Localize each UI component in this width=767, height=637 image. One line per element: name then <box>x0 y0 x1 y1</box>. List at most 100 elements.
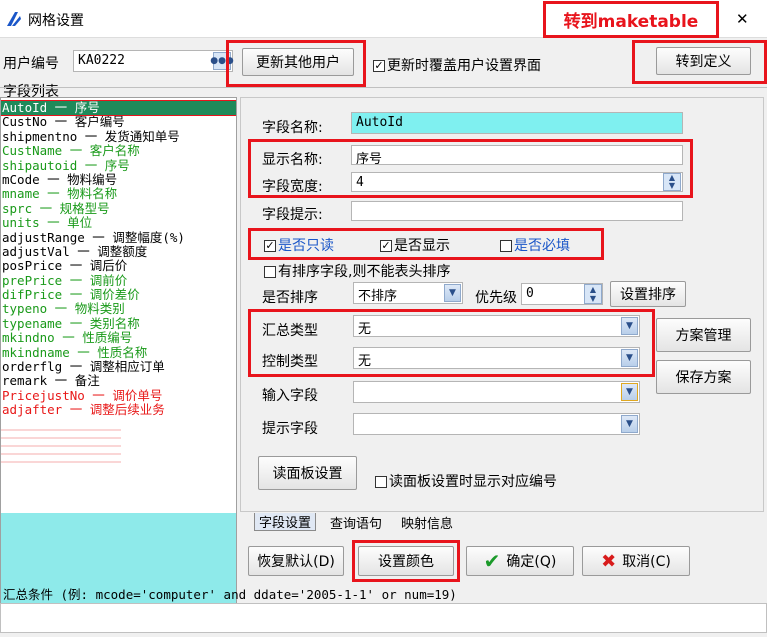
annotation-text: 转到maketable <box>563 12 699 32</box>
user-value: KA0222 <box>78 53 125 68</box>
checkmark-icon: ✔ <box>483 549 501 573</box>
field-list-item[interactable]: typeno 一 物料类别 <box>1 302 236 317</box>
field-list-item[interactable]: units 一 单位 <box>1 215 236 230</box>
update-other-users-button[interactable]: 更新其他用户 <box>242 48 354 76</box>
chevron-down-icon: ▼ <box>444 284 461 302</box>
field-list-item[interactable]: AutoId 一 序号 <box>1 99 236 117</box>
field-list-item[interactable]: remark 一 备注 <box>1 374 236 389</box>
field-name-value: AutoId <box>356 115 403 130</box>
sort-label: 是否排序 <box>262 290 318 306</box>
check-icon: ✓ <box>380 239 392 252</box>
control-type-label: 控制类型 <box>262 354 318 370</box>
show-checkbox[interactable]: ✓ 是否显示 <box>380 235 450 255</box>
field-list-item[interactable]: difPrice 一 调价差价 <box>1 287 236 302</box>
chevron-down-icon: ▼ <box>621 415 638 433</box>
input-field-select[interactable]: ▼ <box>353 381 640 403</box>
field-list-item[interactable]: posPrice 一 调后价 <box>1 258 236 273</box>
show-label: 是否显示 <box>394 238 450 254</box>
field-list-divider <box>0 87 767 88</box>
checkbox-empty-icon <box>264 266 276 278</box>
overwrite-label: 更新时覆盖用户设置界面 <box>387 58 541 74</box>
tab-mapping-info[interactable]: 映射信息 <box>397 513 457 532</box>
set-color-button[interactable]: 设置颜色 <box>358 546 454 576</box>
field-list-item[interactable]: adjafter 一 调整后续业务 <box>1 402 236 417</box>
field-list[interactable]: AutoId 一 序号 CustNo 一 客户编号 shipmentno 一 发货通… <box>0 97 237 607</box>
overwrite-checkbox[interactable]: ✓ 更新时覆盖用户设置界面 <box>373 55 541 75</box>
readonly-label: 是否只读 <box>278 238 334 254</box>
field-name-label: 字段名称: <box>262 120 323 136</box>
summary-condition-label: 汇总条件 (例: mcode='computer' and ddate='200… <box>3 587 457 602</box>
summary-condition-input[interactable] <box>0 603 767 633</box>
display-name-value: 序号 <box>356 152 383 165</box>
width-value: 4 <box>356 175 364 190</box>
required-checkbox[interactable]: 是否必填 <box>500 235 570 255</box>
checkbox-empty-icon <box>500 240 512 252</box>
sort-field-note: 有排序字段,则不能表头排序 <box>278 264 451 280</box>
read-panel-checkbox[interactable]: 读面板设置时显示对应编号 <box>375 471 557 491</box>
tab-query-statement[interactable]: 查询语句 <box>326 513 386 532</box>
cancel-label: 取消(C) <box>622 554 671 570</box>
ok-label: 确定(Q) <box>506 554 557 570</box>
scheme-manage-button[interactable]: 方案管理 <box>656 318 751 352</box>
width-spinner[interactable]: ▲ ▼ <box>663 173 681 191</box>
check-icon: ✓ <box>373 59 385 72</box>
user-lookup-button[interactable]: ●●● <box>210 52 234 70</box>
check-icon: ✓ <box>264 239 276 252</box>
input-field-label: 输入字段 <box>262 388 318 404</box>
field-list-item[interactable]: shipautoid 一 序号 <box>1 158 236 173</box>
summary-type-label: 汇总类型 <box>262 323 318 339</box>
sort-value: 不排序 <box>358 289 398 304</box>
close-icon[interactable]: ✕ <box>736 10 749 28</box>
field-list-item[interactable]: mCode 一 物料编号 <box>1 172 236 187</box>
goto-define-button[interactable]: 转到定义 <box>656 47 751 75</box>
field-list-item[interactable]: mname 一 物料名称 <box>1 186 236 201</box>
field-list-item[interactable]: CustNo 一 客户编号 <box>1 114 236 129</box>
chevron-down-icon: ▼ <box>621 349 638 367</box>
field-list-item[interactable]: mkindno 一 性质编号 <box>1 330 236 345</box>
sort-field-checkbox[interactable]: 有排序字段,则不能表头排序 <box>264 261 450 281</box>
user-input[interactable]: KA0222 <box>73 50 233 72</box>
display-name-label: 显示名称: <box>262 152 323 168</box>
read-panel-checkbox-label: 读面板设置时显示对应编号 <box>389 474 557 490</box>
required-label: 是否必填 <box>514 238 570 254</box>
display-name-input[interactable]: 序号 <box>351 145 683 165</box>
field-list-item[interactable]: PricejustNo 一 调价单号 <box>1 388 236 403</box>
field-name-input[interactable]: AutoId <box>351 112 683 134</box>
save-scheme-button[interactable]: 保存方案 <box>656 360 751 394</box>
control-type-select[interactable]: 无 ▼ <box>353 347 640 369</box>
priority-spinner[interactable]: ▲ ▼ <box>584 284 602 304</box>
blurred-list-overflow <box>1 423 121 463</box>
width-input[interactable]: 4 <box>351 172 683 192</box>
sort-select[interactable]: 不排序 ▼ <box>353 282 463 304</box>
restore-default-button[interactable]: 恢复默认(D) <box>248 546 344 576</box>
ok-button[interactable]: ✔ 确定(Q) <box>466 546 574 576</box>
hint-field-select[interactable]: ▼ <box>353 413 640 435</box>
control-type-value: 无 <box>358 354 372 369</box>
field-list-item[interactable]: shipmentno 一 发货通知单号 <box>1 129 236 144</box>
width-label: 字段宽度: <box>262 179 323 195</box>
summary-type-select[interactable]: 无 ▼ <box>353 315 640 337</box>
hint-label: 字段提示: <box>262 207 323 223</box>
field-list-item[interactable]: prePrice 一 调前价 <box>1 273 236 288</box>
tab-label: 映射信息 <box>401 516 454 532</box>
cancel-button[interactable]: ✖ 取消(C) <box>582 546 690 576</box>
field-list-item[interactable]: orderflg 一 调整相应订单 <box>1 359 236 374</box>
annotation-label: 转到maketable <box>543 1 719 38</box>
set-sort-button[interactable]: 设置排序 <box>610 281 686 307</box>
hint-input[interactable] <box>351 201 683 221</box>
readonly-checkbox[interactable]: ✓ 是否只读 <box>264 235 334 255</box>
read-panel-button[interactable]: 读面板设置 <box>258 456 357 490</box>
x-icon: ✖ <box>601 550 617 572</box>
summary-type-value: 无 <box>358 322 372 337</box>
ellipsis-icon: ●●● <box>210 55 234 66</box>
chevron-down-icon: ▼ <box>621 317 638 335</box>
tab-label: 查询语句 <box>330 516 383 532</box>
field-list-item[interactable]: mkindname 一 性质名称 <box>1 345 236 360</box>
field-list-item[interactable]: CustName 一 客户名称 <box>1 143 236 158</box>
field-list-item[interactable]: sprc 一 规格型号 <box>1 201 236 216</box>
field-list-item[interactable]: adjustRange 一 调整幅度(%) <box>1 230 236 245</box>
tab-field-settings[interactable]: 字段设置 <box>254 513 317 531</box>
field-list-item[interactable]: adjustVal 一 调整额度 <box>1 244 236 259</box>
field-list-item[interactable]: typename 一 类别名称 <box>1 316 236 331</box>
checkbox-empty-icon <box>375 476 387 488</box>
